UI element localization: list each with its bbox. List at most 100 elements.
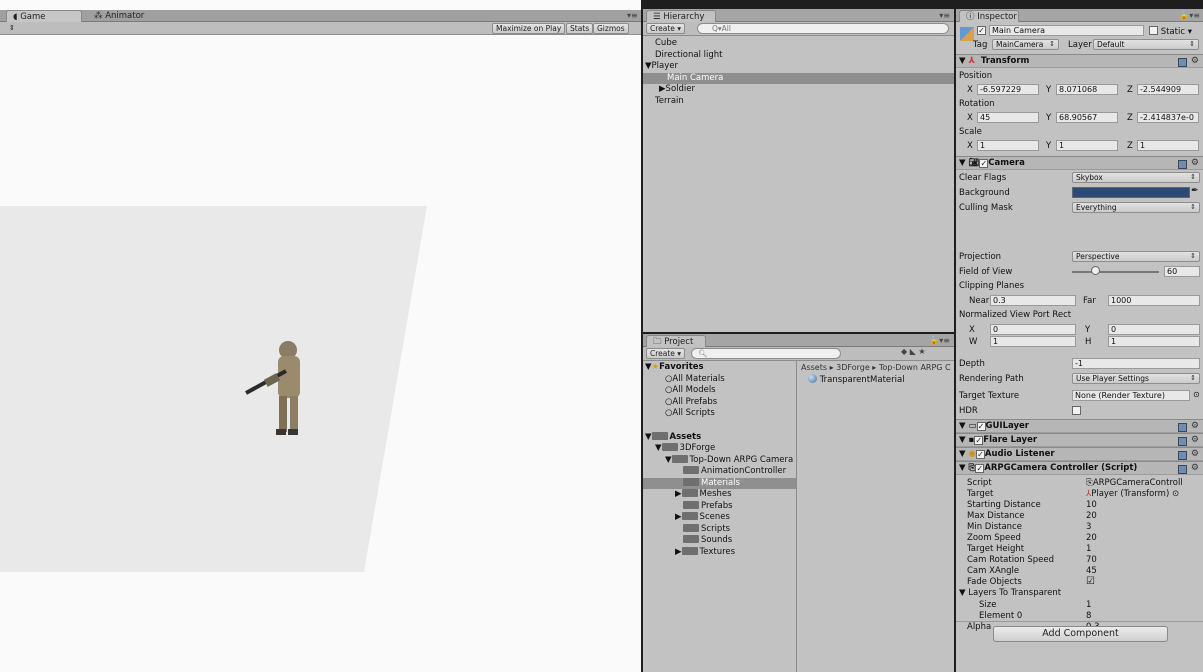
background-color-swatch[interactable] xyxy=(1072,187,1190,198)
folder-meshes[interactable]: ▶ Meshes xyxy=(643,489,796,501)
folder-textures[interactable]: ▶ Textures xyxy=(643,546,796,559)
stats-button[interactable]: Stats xyxy=(566,23,594,34)
element0-value[interactable]: 8 xyxy=(1086,611,1091,621)
asset-transparent-material[interactable]: TransparentMaterial xyxy=(808,374,905,385)
help-icon[interactable] xyxy=(1178,160,1187,169)
hierarchy-search-input[interactable]: Q▾All xyxy=(697,23,949,34)
project-filter-icons[interactable]: ◆ ◣ ★ xyxy=(901,347,926,356)
object-picker-icon[interactable]: ⊙ xyxy=(1172,489,1179,499)
layers-to-transparent-label[interactable]: ▼ Layers To Transparent xyxy=(959,588,1061,598)
prop-cam-rotation-speed-value[interactable]: 70 xyxy=(1086,555,1097,565)
hierarchy-menu-icon[interactable]: ▾≡ xyxy=(939,11,950,20)
prop-fade-objects-checkbox[interactable]: ☑ xyxy=(1086,576,1095,587)
clear-flags-dropdown[interactable]: Skybox xyxy=(1072,172,1200,183)
guilayer-checkbox[interactable]: ✓ xyxy=(976,422,986,431)
prop-script-value[interactable]: ⎘ARPGCameraControll xyxy=(1086,478,1198,488)
camera-enabled-checkbox[interactable]: ✓ xyxy=(979,159,989,168)
object-picker-icon[interactable]: ⊙ xyxy=(1193,390,1200,399)
fov-slider-track[interactable] xyxy=(1072,271,1159,273)
help-icon[interactable] xyxy=(1178,423,1187,432)
hierarchy-item-main-camera[interactable]: Main Camera xyxy=(643,72,954,84)
panel-menu-icon[interactable]: ▾≡ xyxy=(627,11,638,20)
script-enabled-checkbox[interactable]: ✓ xyxy=(975,464,985,473)
culling-mask-dropdown[interactable]: Everything xyxy=(1072,202,1200,213)
viewport-x-field[interactable]: 0 xyxy=(990,324,1076,335)
project-menu-icon[interactable]: 🔒▾≡ xyxy=(929,336,950,345)
favorite-all-prefabs[interactable]: ○All Prefabs xyxy=(643,397,796,409)
hierarchy-item-directional-light[interactable]: Directional light xyxy=(643,50,954,62)
hdr-checkbox[interactable] xyxy=(1072,406,1081,415)
prop-target-height-value[interactable]: 1 xyxy=(1086,544,1091,554)
rendering-path-dropdown[interactable]: Use Player Settings xyxy=(1072,373,1200,384)
static-toggle[interactable]: Static ▾ xyxy=(1149,26,1192,37)
viewport-h-field[interactable]: 1 xyxy=(1108,336,1200,347)
gear-icon[interactable]: ⚙ xyxy=(1191,421,1199,431)
tab-animator[interactable]: ⁂ Animator xyxy=(88,10,158,22)
add-component-button[interactable]: Add Component xyxy=(993,626,1168,642)
folder-top-down-arpg-camera[interactable]: ▼ Top-Down ARPG Camera xyxy=(643,454,796,467)
position-y-field[interactable]: 8.071068 xyxy=(1056,84,1118,95)
gear-icon[interactable]: ⚙ xyxy=(1191,435,1199,445)
folder-materials[interactable]: Materials xyxy=(643,477,796,489)
depth-field[interactable]: -1 xyxy=(1072,358,1200,369)
hierarchy-item-soldier[interactable]: ▶Soldier xyxy=(643,84,954,96)
favorite-all-materials[interactable]: ○All Materials xyxy=(643,374,796,386)
scale-x-field[interactable]: 1 xyxy=(977,140,1039,151)
favorite-all-models[interactable]: ○All Models xyxy=(643,385,796,397)
position-z-field[interactable]: -2.544909 xyxy=(1137,84,1199,95)
gear-icon[interactable]: ⚙ xyxy=(1191,449,1199,459)
audio-listener-checkbox[interactable]: ✓ xyxy=(975,450,985,459)
fov-slider-thumb[interactable] xyxy=(1091,266,1101,275)
rotation-x-field[interactable]: 45 xyxy=(977,112,1039,123)
far-field[interactable]: 1000 xyxy=(1108,295,1200,306)
object-name-field[interactable]: Main Camera xyxy=(989,25,1144,36)
gear-icon[interactable]: ⚙ xyxy=(1191,56,1199,66)
tab-game[interactable]: ◖ Game xyxy=(6,10,82,22)
prop-cam-xangle-value[interactable]: 45 xyxy=(1086,566,1097,576)
game-viewport[interactable] xyxy=(0,36,641,672)
position-x-field[interactable]: -6.597229 xyxy=(977,84,1039,95)
prop-min-distance-value[interactable]: 3 xyxy=(1086,522,1091,532)
favorites-header[interactable]: ▼★Favorites xyxy=(643,362,796,374)
target-texture-field[interactable]: None (Render Texture) xyxy=(1072,390,1190,401)
gizmos-button[interactable]: Gizmos xyxy=(593,23,629,34)
project-breadcrumb[interactable]: Assets ▸ 3DForge ▸ Top-Down ARPG Camera … xyxy=(801,363,951,372)
viewport-y-field[interactable]: 0 xyxy=(1108,324,1200,335)
viewport-w-field[interactable]: 1 xyxy=(990,336,1076,347)
help-icon[interactable] xyxy=(1178,58,1187,67)
layer-dropdown[interactable]: Default xyxy=(1093,39,1199,50)
help-icon[interactable] xyxy=(1178,451,1187,460)
flare-layer-checkbox[interactable]: ✓ xyxy=(974,436,984,445)
inspector-menu-icon[interactable]: 🔒▾≡ xyxy=(1179,11,1200,20)
hierarchy-item-player[interactable]: ▼Player xyxy=(643,61,954,73)
scale-z-field[interactable]: 1 xyxy=(1137,140,1199,151)
rotation-y-field[interactable]: 68.90567 xyxy=(1056,112,1118,123)
size-value[interactable]: 1 xyxy=(1086,600,1091,610)
maximize-on-play-button[interactable]: Maximize on Play xyxy=(492,23,566,34)
prop-starting-distance-value[interactable]: 10 xyxy=(1086,500,1097,510)
projection-dropdown[interactable]: Perspective xyxy=(1072,251,1200,262)
hierarchy-create-button[interactable]: Create ▾ xyxy=(646,23,686,34)
tab-inspector[interactable]: ⓘ Inspector xyxy=(959,10,1019,22)
favorite-all-scripts[interactable]: ○All Scripts xyxy=(643,408,796,420)
project-create-button[interactable]: Create ▾ xyxy=(646,348,686,359)
prop-zoom-speed-value[interactable]: 20 xyxy=(1086,533,1097,543)
gear-icon[interactable]: ⚙ xyxy=(1191,463,1199,473)
near-field[interactable]: 0.3 xyxy=(990,295,1076,306)
folder-scenes[interactable]: ▶ Scenes xyxy=(643,512,796,524)
project-divider[interactable] xyxy=(796,361,797,672)
static-checkbox[interactable] xyxy=(1149,26,1158,35)
aspect-dropdown[interactable]: ⇕ xyxy=(6,23,34,34)
prop-max-distance-value[interactable]: 20 xyxy=(1086,511,1097,521)
gear-icon[interactable]: ⚙ xyxy=(1191,158,1199,168)
tab-hierarchy[interactable]: ☰ Hierarchy xyxy=(646,10,716,22)
help-icon[interactable] xyxy=(1178,437,1187,446)
tab-project[interactable]: 🗀 Project xyxy=(646,335,706,347)
hierarchy-item-terrain[interactable]: Terrain xyxy=(643,96,954,108)
folder-scripts[interactable]: Scripts xyxy=(643,523,796,536)
eyedropper-icon[interactable]: ✒ xyxy=(1191,186,1199,196)
active-checkbox[interactable]: ✓ xyxy=(977,26,986,35)
assets-header[interactable]: ▼ Assets xyxy=(643,431,796,444)
folder-animationcontroller[interactable]: AnimationController xyxy=(643,466,796,478)
scale-y-field[interactable]: 1 xyxy=(1056,140,1118,151)
